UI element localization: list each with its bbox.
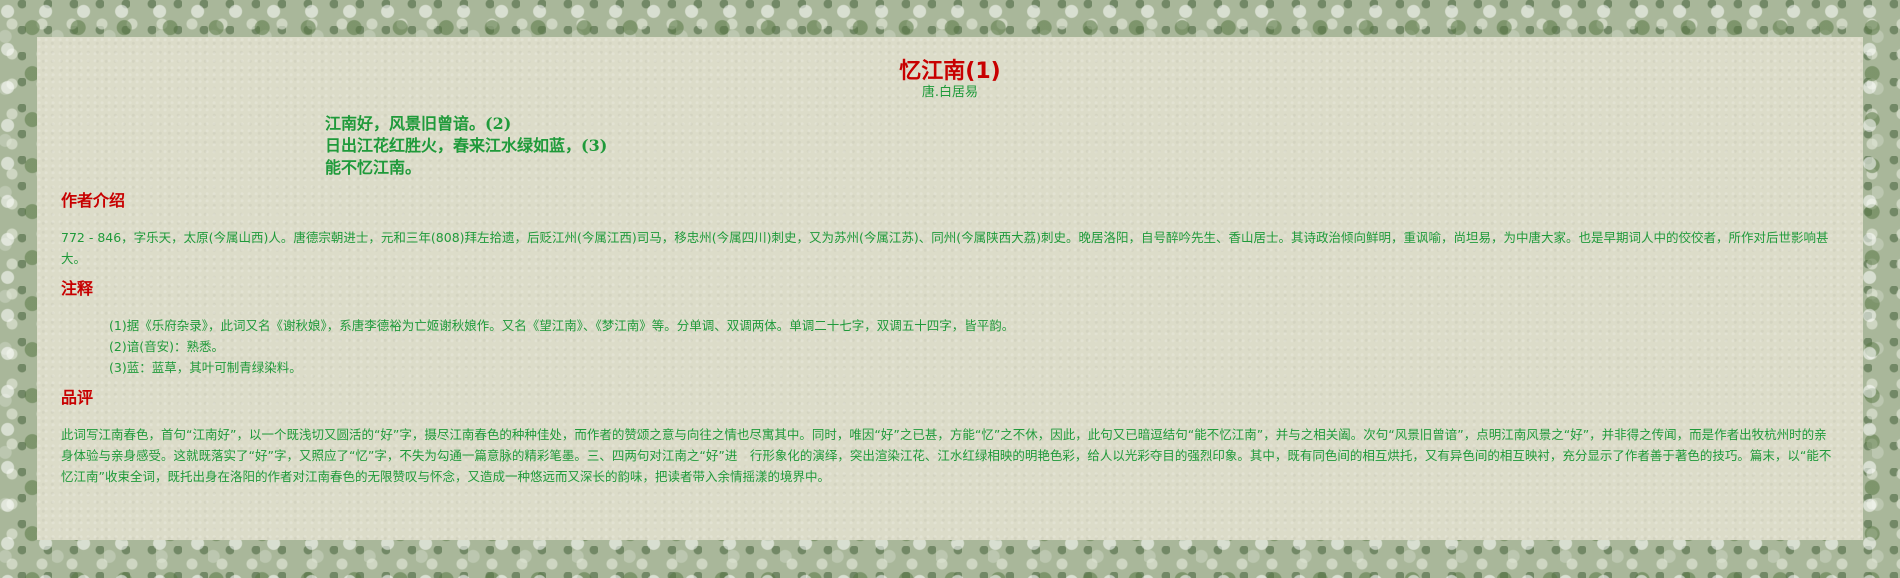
poem-body: 江南好，风景旧曾谙。(2) 日出江花红胜火，春来江水绿如蓝，(3) 能不忆江南。 <box>325 113 1839 179</box>
poem-line: 江南好，风景旧曾谙。(2) <box>325 114 512 133</box>
poem-line: 能不忆江南。 <box>325 158 422 177</box>
author-heading: 作者介绍 <box>61 191 126 210</box>
notes-heading: 注释 <box>61 279 94 298</box>
author-intro-text: 772 - 846，字乐天，太原(今属山西)人。唐德宗朝进士，元和三年(808)… <box>61 230 1829 266</box>
note-item: (3)蓝：蓝草，其叶可制青绿染料。 <box>109 360 302 375</box>
poem-line: 日出江花红胜火，春来江水绿如蓝，(3) <box>325 136 608 155</box>
note-item: (2)谙(音安)：熟悉。 <box>109 339 224 354</box>
poem-author: 唐.白居易 <box>921 85 979 100</box>
review-heading: 品评 <box>61 388 94 407</box>
notes-list: (1)据《乐府杂录》，此词又名《谢秋娘》，系唐李德裕为亡姬谢秋娘作。又名《望江南… <box>109 315 1839 378</box>
poem-title: 忆江南(1) <box>899 59 1001 84</box>
note-item: (1)据《乐府杂录》，此词又名《谢秋娘》，系唐李德裕为亡姬谢秋娘作。又名《望江南… <box>109 318 1015 333</box>
review-text: 此词写江南春色，首句“江南好”，以一个既浅切又圆活的“好”字，摄尽江南春色的种种… <box>61 427 1832 484</box>
content-panel: 忆江南(1) 唐.白居易 江南好，风景旧曾谙。(2) 日出江花红胜火，春来江水绿… <box>37 37 1863 540</box>
